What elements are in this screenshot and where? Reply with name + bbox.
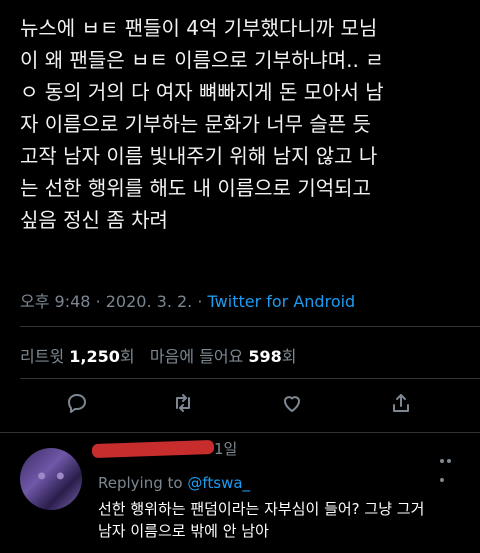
tweet-time: 오후 9:48 [20,292,91,311]
retweet-icon [176,394,190,412]
likes-label: 마음에 들어요 [149,347,244,366]
retweet-button[interactable] [168,388,198,418]
reply-time: 1일 [214,440,238,458]
tweet-source[interactable]: Twitter for Android [208,292,356,311]
retweets-count: 1,250 [69,347,120,366]
reply-line: 선한 행위하는 팬덤이라는 자부심이 들어? 그냥 그거 [98,500,425,518]
divider [0,432,480,433]
divider [20,378,480,379]
redacted-username [91,439,215,459]
reply-line: 남자 이름으로 밖에 안 남아 [98,522,269,540]
share-button[interactable] [386,388,416,418]
tweet-line: 뉴스에 ㅂㅌ 팬들이 4억 기부했다니까 모님 [20,16,378,40]
action-bar [0,388,480,420]
more-options-icon[interactable] [440,448,460,482]
tweet-line: ㅇ 동의 거의 다 여자 뼈빠지게 돈 모아서 남 [20,80,384,104]
tweet-line: 이 왜 팬들은 ㅂㅌ 이름으로 기부하냐며.. ㄹ [20,48,384,72]
reply-button[interactable] [62,388,92,418]
tweet-meta: 오후 9:48 · 2020. 3. 2. · Twitter for Andr… [20,288,355,312]
tweet-line: 자 이름으로 기부하는 문화가 너무 슬픈 듯 [20,112,371,136]
heart-icon [284,396,300,412]
avatar[interactable] [20,448,82,510]
likes-count: 598 [248,347,282,366]
replying-handle[interactable]: @ftswa_ [187,474,250,492]
replying-prefix: Replying to [98,474,183,492]
tweet-line: 고작 남자 이름 빛내주기 위해 남지 않고 나 [20,144,378,168]
reply-icon [68,394,86,413]
meta-dot: · [95,292,101,311]
meta-dot: · [197,292,203,311]
tweet-stats: 리트윗 1,250회 마음에 들어요 598회 [20,343,297,367]
likes-stat[interactable]: 마음에 들어요 598회 [150,347,297,366]
likes-unit: 회 [281,347,297,366]
retweets-stat[interactable]: 리트윗 1,250회 [20,347,140,366]
reply-text: 선한 행위하는 팬덤이라는 자부심이 들어? 그냥 그거 남자 이름으로 밖에 … [98,498,468,542]
retweets-unit: 회 [119,347,135,366]
reply-tweet[interactable]: 1일 Replying to @ftswa_ 선한 행위하는 팬덤이라는 자부심… [0,436,480,553]
tweet-text: 뉴스에 ㅂㅌ 팬들이 4억 기부했다니까 모님 이 왜 팬들은 ㅂㅌ 이름으로 … [20,12,470,236]
replying-to: Replying to @ftswa_ [98,474,250,492]
tweet-line: 는 선한 행위를 해도 내 이름으로 기억되고 [20,176,371,200]
like-button[interactable] [277,388,307,418]
tweet-date[interactable]: 2020. 3. 2. [106,292,193,311]
divider [20,326,480,327]
retweets-label: 리트윗 [20,347,65,366]
tweet-line: 싶음 정신 좀 차려 [20,208,168,232]
share-icon [393,394,409,412]
